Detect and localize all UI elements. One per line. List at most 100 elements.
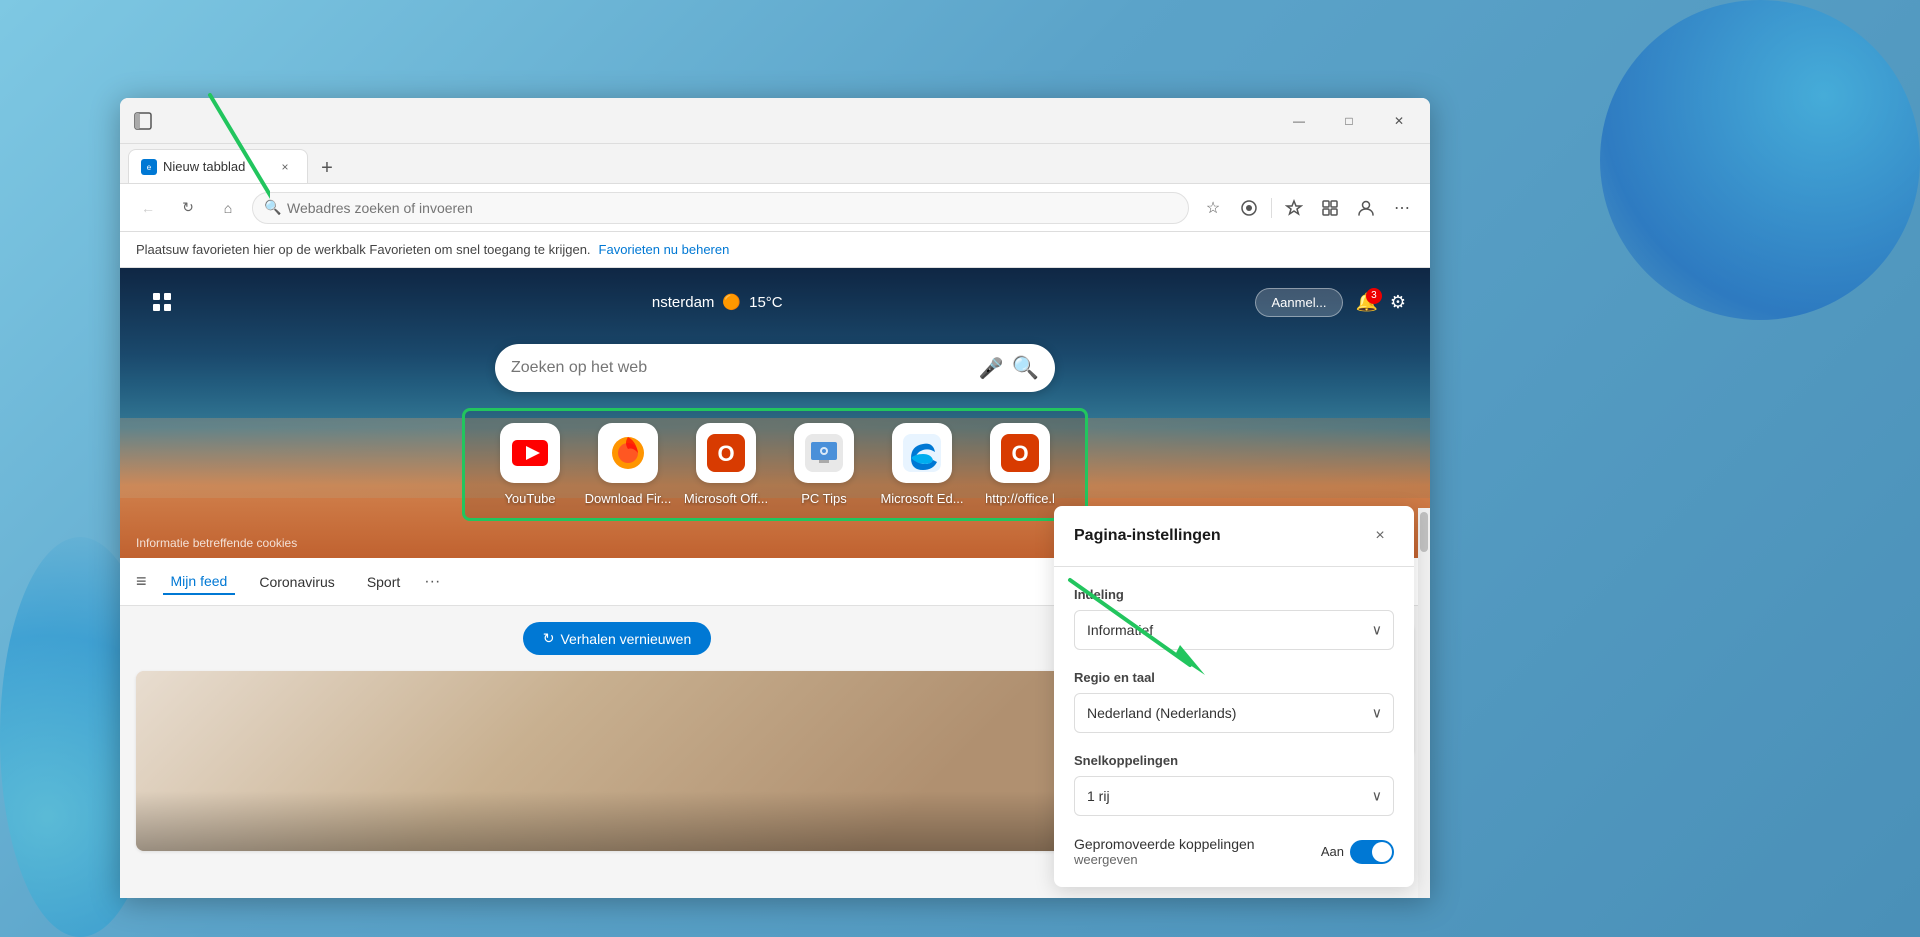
- address-search-icon: 🔍: [264, 199, 281, 216]
- svg-text:O: O: [1011, 441, 1028, 466]
- favorites-manage-link[interactable]: Favorieten nu beheren: [599, 242, 730, 257]
- temperature: 15°C: [749, 294, 783, 311]
- refresh-btn[interactable]: ↻: [172, 192, 204, 224]
- shortcut-label-officecom: http://office.l: [985, 491, 1055, 506]
- shortcut-officecom[interactable]: O http://office.l: [975, 423, 1065, 506]
- promoted-links-label: Gepromoveerde koppelingen: [1074, 836, 1255, 852]
- favorites-bar: Plaatsuw favorieten hier op de werkbalk …: [120, 232, 1430, 268]
- weather-icon: 🟠: [722, 293, 741, 311]
- layout-label: Indeling: [1074, 587, 1394, 602]
- layout-dropdown[interactable]: Informatief: [1074, 610, 1394, 650]
- close-btn[interactable]: ✕: [1376, 105, 1422, 137]
- shortcut-icon-firefox: [598, 423, 658, 483]
- refresh-label: Verhalen vernieuwen: [560, 631, 691, 647]
- promoted-links-row: Gepromoveerde koppelingen weergeven Aan: [1074, 836, 1394, 867]
- location-text: nsterdam: [652, 294, 715, 311]
- shortcut-edge[interactable]: Microsoft Ed...: [877, 423, 967, 506]
- feed-nav-mijn-feed[interactable]: Mijn feed: [163, 569, 236, 595]
- search-input[interactable]: [511, 359, 971, 377]
- tab-favicon: e: [141, 159, 157, 175]
- toolbar-divider: [1271, 198, 1272, 218]
- microphone-icon[interactable]: 🎤: [979, 356, 1004, 381]
- layout-dropdown-wrapper: Informatief ∨: [1074, 610, 1394, 650]
- maximize-btn[interactable]: □: [1326, 105, 1372, 137]
- shortcut-icon-pctips: [794, 423, 854, 483]
- more-options-icon[interactable]: ⋯: [1386, 192, 1418, 224]
- shortcut-icon-youtube: [500, 423, 560, 483]
- article-image: [136, 671, 1098, 851]
- add-favorites-icon[interactable]: [1278, 192, 1310, 224]
- location-weather: nsterdam 🟠 15°C: [652, 293, 783, 311]
- search-submit-icon[interactable]: 🔍: [1012, 355, 1039, 381]
- promoted-links-label-group: Gepromoveerde koppelingen weergeven: [1074, 836, 1255, 867]
- shortcut-youtube[interactable]: YouTube: [485, 423, 575, 506]
- browser-window: — □ ✕ e Nieuw tabblad × + ← ↻ ⌂ 🔍 ☆: [120, 98, 1430, 898]
- minimize-btn[interactable]: —: [1276, 105, 1322, 137]
- toolbar-actions: ☆: [1197, 192, 1418, 224]
- shortcut-label-youtube: YouTube: [504, 491, 555, 506]
- shortcut-label-pctips: PC Tips: [801, 491, 847, 506]
- search-bar: 🎤 🔍: [495, 344, 1055, 392]
- page-scrollbar[interactable]: [1418, 508, 1430, 898]
- new-tab-btn[interactable]: +: [312, 153, 342, 183]
- shortcut-firefox[interactable]: Download Fir...: [583, 423, 673, 506]
- back-btn[interactable]: ←: [132, 192, 164, 224]
- tab-title: Nieuw tabblad: [163, 159, 269, 174]
- shortcut-icon-officecom: O: [990, 423, 1050, 483]
- shortcut-label-firefox: Download Fir...: [585, 491, 672, 506]
- region-label: Regio en taal: [1074, 670, 1394, 685]
- refresh-stories-btn[interactable]: ↻ Verhalen vernieuwen: [523, 622, 712, 655]
- promoted-toggle-switch[interactable]: [1350, 840, 1394, 864]
- shortcut-icon-office: O: [696, 423, 756, 483]
- apps-grid-btn[interactable]: [144, 284, 180, 320]
- signin-btn[interactable]: Aanmel...: [1255, 288, 1344, 317]
- settings-panel: Pagina-instellingen × Indeling Informati…: [1054, 506, 1414, 887]
- favorites-text: Plaatsuw favorieten hier op de werkbalk …: [136, 242, 591, 257]
- tab-close-btn[interactable]: ×: [275, 157, 295, 177]
- collections-icon[interactable]: [1314, 192, 1346, 224]
- shortcuts-dropdown-wrapper: 1 rij ∨: [1074, 776, 1394, 816]
- shortcuts-dropdown[interactable]: 1 rij: [1074, 776, 1394, 816]
- settings-panel-close-btn[interactable]: ×: [1366, 522, 1394, 550]
- promoted-links-sublabel: weergeven: [1074, 852, 1255, 867]
- svg-text:O: O: [717, 441, 734, 466]
- toggle-on-group: Aan: [1321, 840, 1394, 864]
- home-btn[interactable]: ⌂: [212, 192, 244, 224]
- address-input[interactable]: [252, 192, 1189, 224]
- hero-search: 🎤 🔍: [120, 344, 1430, 392]
- title-bar: — □ ✕: [120, 98, 1430, 144]
- favorites-star-icon[interactable]: ☆: [1197, 192, 1229, 224]
- hero-right-actions: Aanmel... 🔔 3 ⚙: [1255, 288, 1406, 317]
- cookies-notice: Informatie betreffende cookies: [136, 536, 297, 550]
- profile-icon[interactable]: [1350, 192, 1382, 224]
- shortcut-icon-edge: [892, 423, 952, 483]
- notif-badge: 3: [1366, 288, 1382, 304]
- shortcut-pctips[interactable]: PC Tips: [779, 423, 869, 506]
- hero-top-bar: nsterdam 🟠 15°C Aanmel... 🔔 3 ⚙: [120, 268, 1430, 336]
- settings-panel-header: Pagina-instellingen ×: [1054, 506, 1414, 567]
- address-bar: ← ↻ ⌂ 🔍 ☆: [120, 184, 1430, 232]
- article-card[interactable]: [136, 671, 1098, 851]
- shortcut-office[interactable]: O Microsoft Off...: [681, 423, 771, 506]
- settings-panel-title: Pagina-instellingen: [1074, 527, 1221, 545]
- shortcut-label-office: Microsoft Off...: [684, 491, 768, 506]
- shortcut-label-edge: Microsoft Ed...: [880, 491, 963, 506]
- sidebar-toggle-btn[interactable]: [128, 106, 158, 136]
- notifications-btn[interactable]: 🔔 3: [1355, 292, 1377, 313]
- shortcuts-container: YouTube Download Fir...: [462, 408, 1088, 521]
- region-dropdown[interactable]: Nederland (Nederlands): [1074, 693, 1394, 733]
- feed-nav-sport[interactable]: Sport: [359, 570, 408, 594]
- active-tab[interactable]: e Nieuw tabblad ×: [128, 149, 308, 183]
- feed-menu-btn[interactable]: ≡: [136, 571, 147, 592]
- tab-bar: e Nieuw tabblad × +: [120, 144, 1430, 184]
- extensions-icon[interactable]: [1233, 192, 1265, 224]
- feed-nav-coronavirus[interactable]: Coronavirus: [251, 570, 342, 594]
- svg-text:e: e: [147, 163, 152, 172]
- shortcuts-label: Snelkoppelingen: [1074, 753, 1394, 768]
- settings-panel-body: Indeling Informatief ∨ Regio en taal Ned…: [1054, 567, 1414, 887]
- page-content: nsterdam 🟠 15°C Aanmel... 🔔 3 ⚙ �: [120, 268, 1430, 898]
- feed-nav-more-dots[interactable]: ···: [424, 573, 440, 591]
- feed-main: ↻ Verhalen vernieuwen: [136, 622, 1098, 851]
- settings-gear-icon[interactable]: ⚙: [1390, 292, 1406, 313]
- refresh-icon: ↻: [543, 630, 555, 647]
